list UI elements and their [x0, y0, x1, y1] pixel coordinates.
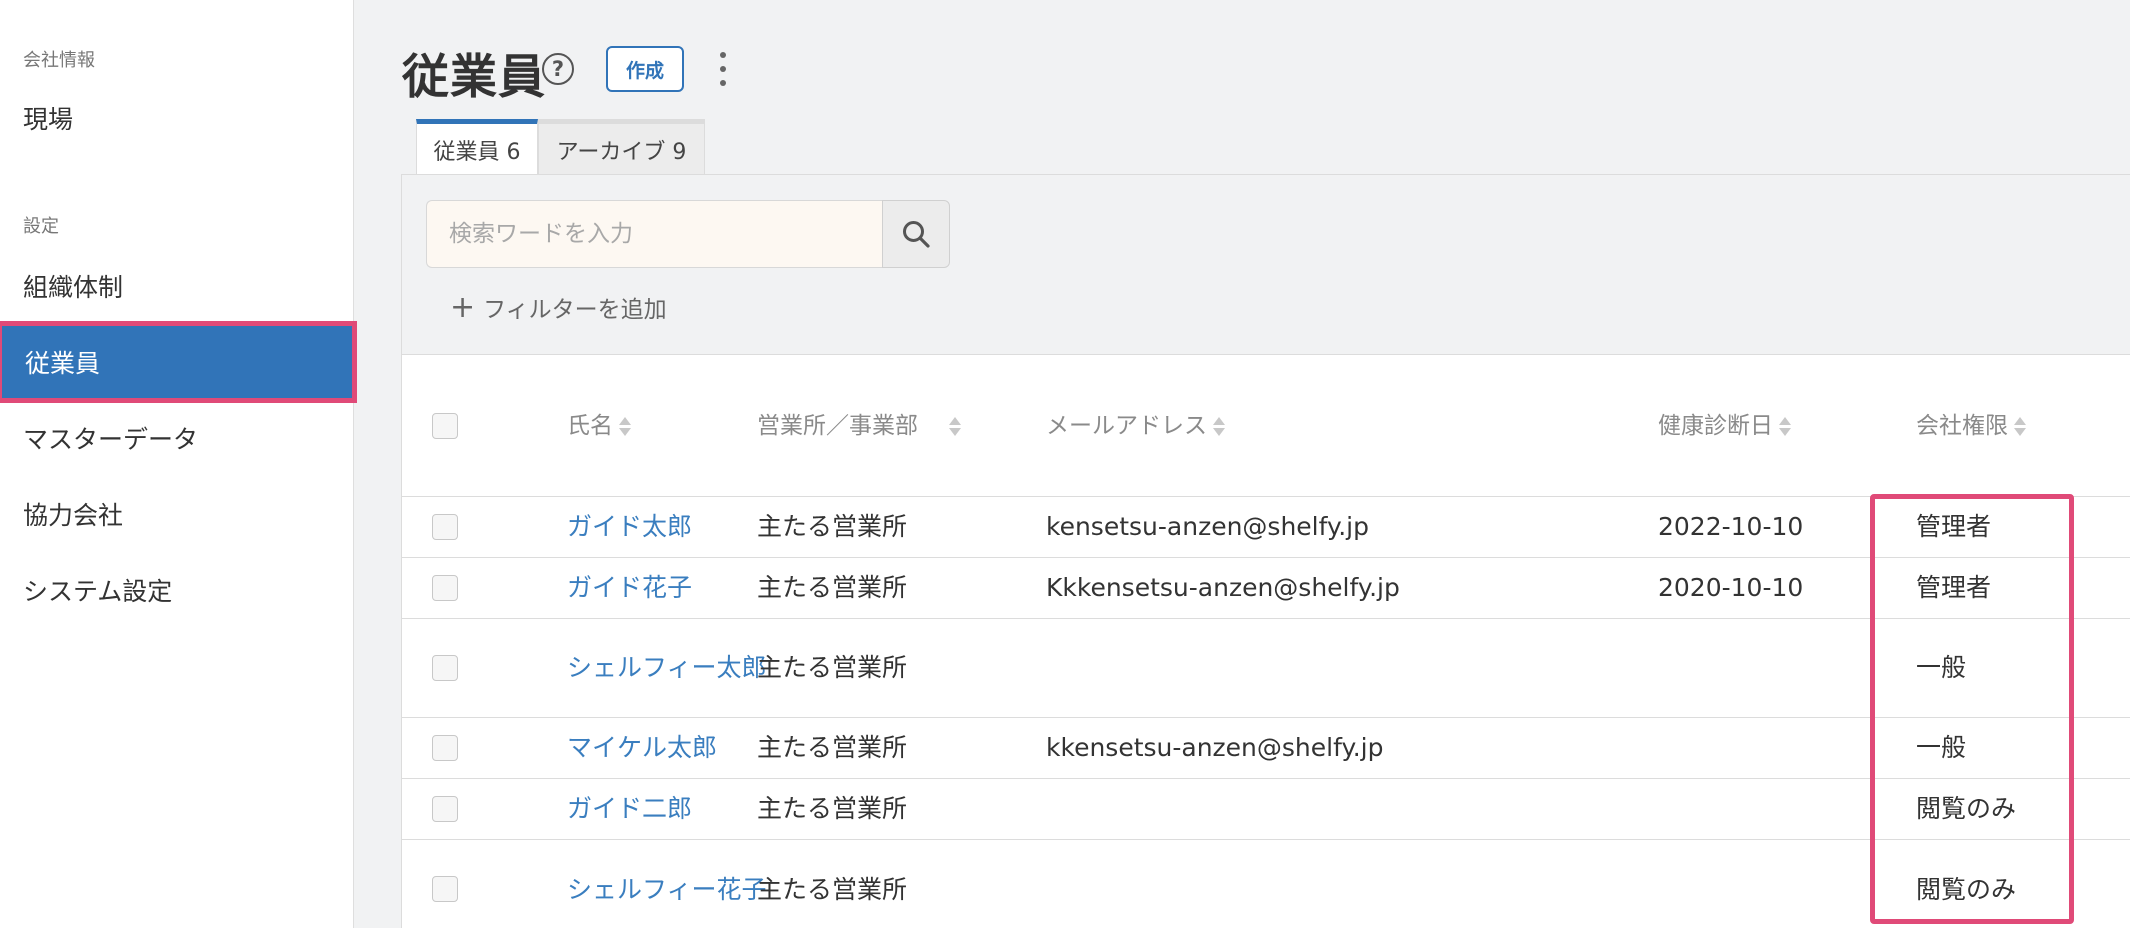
kebab-dot — [720, 52, 726, 58]
email-cell: kensetsu-anzen@shelfy.jp — [1046, 512, 1369, 541]
column-header-email[interactable]: メールアドレス — [1046, 355, 1225, 497]
table-row: ガイド太郎 主たる営業所 kensetsu-anzen@shelfy.jp 20… — [402, 497, 2130, 558]
employee-name-link[interactable]: ガイド二郎 — [567, 779, 692, 839]
sort-icon — [619, 416, 631, 436]
permission-cell: 閲覧のみ — [1916, 874, 2017, 904]
office-cell: 主たる営業所 — [757, 733, 908, 762]
row-checkbox[interactable] — [432, 655, 458, 681]
sidebar-item-employees[interactable]: 従業員 — [0, 321, 357, 403]
health-check-cell: 2022-10-10 — [1658, 512, 1804, 541]
sidebar-item-master-data[interactable]: マスターデータ — [0, 400, 354, 476]
permission-cell: 一般 — [1916, 653, 1967, 682]
table-row: ガイド二郎 主たる営業所 閲覧のみ — [402, 779, 2130, 840]
sidebar: 会社情報 現場 設定 組織体制 従業員 マスターデータ 協力会社 システム設定 — [0, 0, 357, 928]
table-header: 氏名 営業所／事業部 メールアドレス 健康診断日 会社権限 — [402, 355, 2130, 497]
search-area: + フィルターを追加 — [402, 175, 2130, 355]
search-icon — [903, 221, 930, 248]
permission-cell: 管理者 — [1916, 512, 1992, 541]
table-row: マイケル太郎 主たる営業所 kkensetsu-anzen@shelfy.jp … — [402, 718, 2130, 779]
column-header-office[interactable]: 営業所／事業部 — [757, 355, 967, 497]
column-header-name[interactable]: 氏名 — [567, 355, 631, 497]
create-button[interactable]: 作成 — [606, 46, 684, 92]
office-cell: 主たる営業所 — [757, 794, 908, 823]
page-title: 従業員 — [402, 50, 546, 105]
search-input[interactable] — [426, 200, 882, 268]
table-row: ガイド花子 主たる営業所 Kkkensetsu-anzen@shelfy.jp … — [402, 558, 2130, 619]
employee-name-link[interactable]: ガイド花子 — [567, 558, 692, 618]
office-cell: 主たる営業所 — [757, 653, 908, 682]
column-header-label: メールアドレス — [1046, 413, 1207, 439]
column-header-label: 会社権限 — [1916, 413, 2008, 439]
add-filter-label: フィルターを追加 — [483, 297, 667, 323]
help-icon[interactable]: ? — [542, 53, 574, 85]
column-header-health-check[interactable]: 健康診断日 — [1658, 355, 1791, 497]
office-cell: 主たる営業所 — [757, 874, 908, 904]
sidebar-item-label: 組織体制 — [23, 273, 124, 302]
column-header-label: 営業所／事業部 — [757, 413, 918, 439]
sidebar-item-sites[interactable]: 現場 — [0, 80, 354, 156]
sort-icon — [949, 416, 961, 436]
sidebar-item-organization[interactable]: 組織体制 — [0, 248, 354, 324]
sort-icon — [1779, 416, 1791, 436]
column-header-permission[interactable]: 会社権限 — [1916, 355, 2026, 497]
email-cell: Kkkensetsu-anzen@shelfy.jp — [1046, 573, 1400, 602]
sort-icon — [1213, 416, 1225, 436]
permission-cell: 管理者 — [1916, 573, 1992, 602]
permission-cell: 一般 — [1916, 733, 1967, 762]
plus-icon: + — [450, 289, 476, 325]
sidebar-item-label: 現場 — [23, 105, 74, 134]
health-check-cell: 2020-10-10 — [1658, 573, 1804, 602]
add-filter-button[interactable]: + フィルターを追加 — [450, 287, 667, 327]
kebab-dot — [720, 80, 726, 86]
tab-archive[interactable]: アーカイブ 9 — [538, 119, 705, 175]
more-options-icon[interactable] — [717, 52, 729, 86]
column-header-label: 健康診断日 — [1658, 413, 1773, 439]
employee-name-link[interactable]: シェルフィー花子 — [567, 840, 767, 928]
email-cell: kkensetsu-anzen@shelfy.jp — [1046, 733, 1384, 762]
row-checkbox[interactable] — [432, 575, 458, 601]
column-header-label: 氏名 — [567, 413, 613, 439]
search-button[interactable] — [882, 200, 950, 268]
employee-name-link[interactable]: マイケル太郎 — [567, 718, 717, 778]
office-cell: 主たる営業所 — [757, 512, 908, 541]
sidebar-section-company: 会社情報 — [23, 50, 95, 71]
tab-employees[interactable]: 従業員 6 — [416, 119, 538, 175]
table-row: シェルフィー花子 主たる営業所 閲覧のみ — [402, 840, 2130, 928]
sort-icon — [2014, 416, 2026, 436]
row-checkbox[interactable] — [432, 735, 458, 761]
sidebar-item-label: マスターデータ — [23, 425, 199, 454]
sidebar-item-system-settings[interactable]: システム設定 — [0, 552, 354, 628]
employee-name-link[interactable]: シェルフィー太郎 — [567, 619, 767, 717]
kebab-dot — [720, 66, 726, 72]
row-checkbox[interactable] — [432, 876, 458, 902]
app: 会社情報 現場 設定 組織体制 従業員 マスターデータ 協力会社 システム設定 … — [0, 0, 2130, 928]
sidebar-section-settings: 設定 — [23, 216, 59, 237]
employee-panel: + フィルターを追加 氏名 営業所／事業部 メールアドレス — [401, 174, 2130, 928]
sidebar-item-partners[interactable]: 協力会社 — [0, 476, 354, 552]
main-content: 従業員 ? 作成 従業員 6 アーカイブ 9 + フィルターを追加 — [355, 0, 2130, 928]
permission-cell: 閲覧のみ — [1916, 794, 2017, 823]
row-checkbox[interactable] — [432, 796, 458, 822]
table-row: シェルフィー太郎 主たる営業所 一般 — [402, 619, 2130, 718]
select-all-checkbox[interactable] — [432, 413, 458, 439]
office-cell: 主たる営業所 — [757, 573, 908, 602]
sidebar-item-label: 協力会社 — [23, 501, 124, 530]
row-checkbox[interactable] — [432, 514, 458, 540]
sidebar-item-label: 従業員 — [25, 349, 101, 378]
employee-name-link[interactable]: ガイド太郎 — [567, 497, 692, 557]
sidebar-item-label: システム設定 — [23, 577, 173, 606]
